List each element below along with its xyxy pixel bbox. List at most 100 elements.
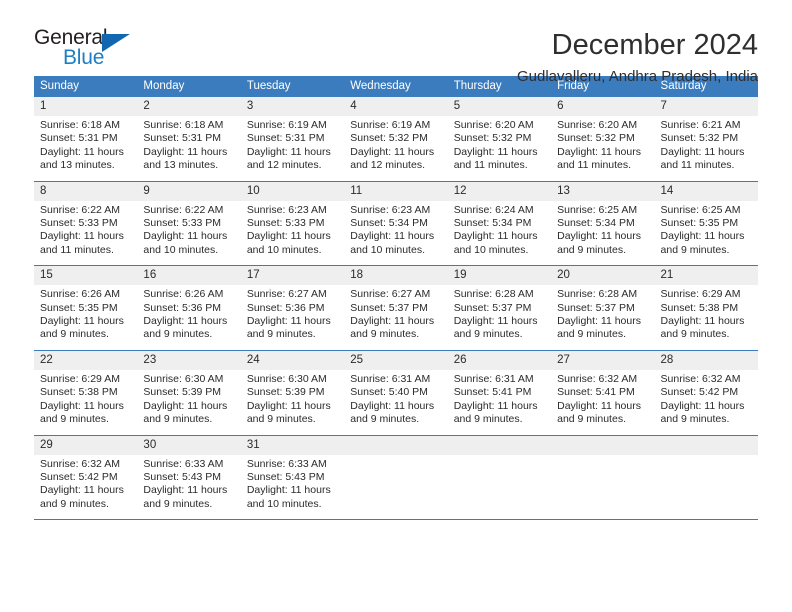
- day-number[interactable]: 11: [344, 182, 447, 201]
- day-cell[interactable]: Sunrise: 6:23 AM Sunset: 5:33 PM Dayligh…: [241, 201, 344, 266]
- day-cell[interactable]: Sunrise: 6:33 AM Sunset: 5:43 PM Dayligh…: [137, 455, 240, 520]
- sunset-text: Sunset: 5:32 PM: [660, 132, 739, 145]
- daylight-text-line2: and 9 minutes.: [557, 243, 626, 256]
- day-number[interactable]: 3: [241, 97, 344, 116]
- sunset-text: Sunset: 5:34 PM: [350, 217, 428, 230]
- page-title: December 2024: [551, 29, 758, 61]
- day-cell[interactable]: Sunrise: 6:32 AM Sunset: 5:41 PM Dayligh…: [551, 370, 654, 435]
- daylight-text-line2: and 10 minutes.: [350, 243, 425, 256]
- sunrise-text: Sunrise: 6:19 AM: [246, 119, 327, 131]
- day-cell[interactable]: Sunrise: 6:26 AM Sunset: 5:36 PM Dayligh…: [137, 285, 240, 350]
- day-number[interactable]: 30: [137, 436, 240, 455]
- day-number-empty: [655, 436, 758, 455]
- day-number[interactable]: 18: [344, 266, 447, 285]
- week-daynumber-band: 15 16 17 18 19 20 21: [34, 266, 758, 286]
- day-cell[interactable]: Sunrise: 6:25 AM Sunset: 5:34 PM Dayligh…: [551, 201, 654, 266]
- sunrise-text: Sunrise: 6:25 AM: [660, 203, 741, 216]
- daylight-text-line2: and 13 minutes.: [40, 159, 115, 172]
- day-cell[interactable]: Sunrise: 6:22 AM Sunset: 5:33 PM Dayligh…: [34, 201, 137, 266]
- sunset-text: Sunset: 5:31 PM: [246, 132, 325, 145]
- day-number[interactable]: 9: [137, 182, 240, 201]
- sunset-text: Sunset: 5:41 PM: [557, 386, 635, 399]
- day-number[interactable]: 13: [551, 182, 654, 201]
- sunset-text: Sunset: 5:41 PM: [453, 386, 532, 399]
- day-cell[interactable]: Sunrise: 6:29 AM Sunset: 5:38 PM Dayligh…: [34, 370, 137, 435]
- day-cell[interactable]: Sunrise: 6:22 AM Sunset: 5:33 PM Dayligh…: [137, 201, 240, 266]
- day-number[interactable]: 19: [448, 266, 551, 285]
- day-cell[interactable]: Sunrise: 6:28 AM Sunset: 5:37 PM Dayligh…: [448, 285, 551, 350]
- day-cell[interactable]: Sunrise: 6:18 AM Sunset: 5:31 PM Dayligh…: [137, 116, 240, 181]
- day-number[interactable]: 5: [448, 97, 551, 116]
- daylight-text-line1: Daylight: 11 hours: [350, 145, 435, 158]
- sunrise-text: Sunrise: 6:29 AM: [40, 372, 120, 385]
- day-number[interactable]: 26: [448, 351, 551, 370]
- day-cell[interactable]: Sunrise: 6:24 AM Sunset: 5:34 PM Dayligh…: [448, 201, 551, 266]
- day-number[interactable]: 22: [34, 351, 137, 370]
- day-cell[interactable]: Sunrise: 6:30 AM Sunset: 5:39 PM Dayligh…: [241, 370, 344, 435]
- day-cell-empty: [344, 455, 447, 520]
- calendar-week-row: 15 16 17 18 19 20 21 Sunrise: 6:26 AM Su…: [34, 266, 758, 351]
- day-cell[interactable]: Sunrise: 6:27 AM Sunset: 5:37 PM Dayligh…: [344, 285, 447, 350]
- day-cell[interactable]: Sunrise: 6:29 AM Sunset: 5:38 PM Dayligh…: [655, 285, 758, 350]
- day-cell[interactable]: Sunrise: 6:26 AM Sunset: 5:35 PM Dayligh…: [34, 285, 137, 350]
- day-cell-empty: [655, 455, 758, 520]
- day-number[interactable]: 6: [551, 97, 654, 116]
- general-blue-logo[interactable]: General Blue: [34, 26, 144, 72]
- day-number[interactable]: 20: [551, 266, 654, 285]
- day-cell[interactable]: Sunrise: 6:19 AM Sunset: 5:31 PM Dayligh…: [241, 116, 344, 181]
- day-number[interactable]: 1: [34, 97, 137, 116]
- sunset-text: Sunset: 5:32 PM: [557, 132, 635, 145]
- sunrise-text: Sunrise: 6:18 AM: [143, 119, 224, 131]
- sunset-text: Sunset: 5:35 PM: [40, 301, 118, 314]
- calendar-week-row: 22 23 24 25 26 27 28 Sunrise: 6:29 AM Su…: [34, 350, 758, 436]
- day-number[interactable]: 14: [655, 182, 758, 201]
- daylight-text-line1: Daylight: 11 hours: [350, 399, 435, 412]
- daylight-text-line2: and 9 minutes.: [350, 413, 420, 426]
- day-cell[interactable]: Sunrise: 6:27 AM Sunset: 5:36 PM Dayligh…: [241, 285, 344, 350]
- day-cell[interactable]: Sunrise: 6:19 AM Sunset: 5:32 PM Dayligh…: [344, 116, 447, 181]
- day-cell[interactable]: Sunrise: 6:30 AM Sunset: 5:39 PM Dayligh…: [137, 370, 240, 435]
- daylight-text-line2: and 11 minutes.: [660, 159, 735, 172]
- day-cell[interactable]: Sunrise: 6:20 AM Sunset: 5:32 PM Dayligh…: [551, 116, 654, 181]
- sunrise-text: Sunrise: 6:31 AM: [350, 372, 431, 385]
- daylight-text-line1: Daylight: 11 hours: [453, 230, 538, 243]
- day-cell[interactable]: Sunrise: 6:21 AM Sunset: 5:32 PM Dayligh…: [655, 116, 758, 181]
- day-cell[interactable]: Sunrise: 6:31 AM Sunset: 5:40 PM Dayligh…: [344, 370, 447, 435]
- day-number[interactable]: 29: [34, 436, 137, 455]
- sunrise-text: Sunrise: 6:33 AM: [246, 457, 327, 470]
- day-number[interactable]: 31: [241, 436, 344, 455]
- day-number[interactable]: 23: [137, 351, 240, 370]
- day-number[interactable]: 8: [34, 182, 137, 201]
- daylight-text-line1: Daylight: 11 hours: [557, 230, 641, 243]
- day-number[interactable]: 15: [34, 266, 137, 285]
- day-cell[interactable]: Sunrise: 6:20 AM Sunset: 5:32 PM Dayligh…: [448, 116, 551, 181]
- day-number[interactable]: 4: [344, 97, 447, 116]
- day-cell[interactable]: Sunrise: 6:32 AM Sunset: 5:42 PM Dayligh…: [655, 370, 758, 435]
- day-number[interactable]: 21: [655, 266, 758, 285]
- sunrise-text: Sunrise: 6:32 AM: [40, 457, 120, 470]
- day-cell[interactable]: Sunrise: 6:28 AM Sunset: 5:37 PM Dayligh…: [551, 285, 654, 350]
- daylight-text-line2: and 9 minutes.: [246, 413, 316, 426]
- day-number[interactable]: 12: [448, 182, 551, 201]
- day-number[interactable]: 27: [551, 351, 654, 370]
- day-number[interactable]: 17: [241, 266, 344, 285]
- day-number[interactable]: 2: [137, 97, 240, 116]
- day-number[interactable]: 7: [655, 97, 758, 116]
- daylight-text-line1: Daylight: 11 hours: [350, 230, 435, 243]
- day-cell[interactable]: Sunrise: 6:33 AM Sunset: 5:43 PM Dayligh…: [241, 455, 344, 520]
- day-cell[interactable]: Sunrise: 6:32 AM Sunset: 5:42 PM Dayligh…: [34, 455, 137, 520]
- day-number[interactable]: 28: [655, 351, 758, 370]
- day-number[interactable]: 25: [344, 351, 447, 370]
- day-number[interactable]: 24: [241, 351, 344, 370]
- daylight-text-line1: Daylight: 11 hours: [143, 484, 228, 497]
- daylight-text-line2: and 10 minutes.: [246, 497, 322, 510]
- day-cell[interactable]: Sunrise: 6:18 AM Sunset: 5:31 PM Dayligh…: [34, 116, 137, 181]
- week-daynumber-band: 1 2 3 4 5 6 7: [34, 97, 758, 116]
- day-cell[interactable]: Sunrise: 6:31 AM Sunset: 5:41 PM Dayligh…: [448, 370, 551, 435]
- day-cell[interactable]: Sunrise: 6:23 AM Sunset: 5:34 PM Dayligh…: [344, 201, 447, 266]
- daylight-text-line1: Daylight: 11 hours: [40, 315, 124, 328]
- day-number[interactable]: 16: [137, 266, 240, 285]
- day-number[interactable]: 10: [241, 182, 344, 201]
- day-cell[interactable]: Sunrise: 6:25 AM Sunset: 5:35 PM Dayligh…: [655, 201, 758, 266]
- week-detail-band: Sunrise: 6:18 AM Sunset: 5:31 PM Dayligh…: [34, 116, 758, 181]
